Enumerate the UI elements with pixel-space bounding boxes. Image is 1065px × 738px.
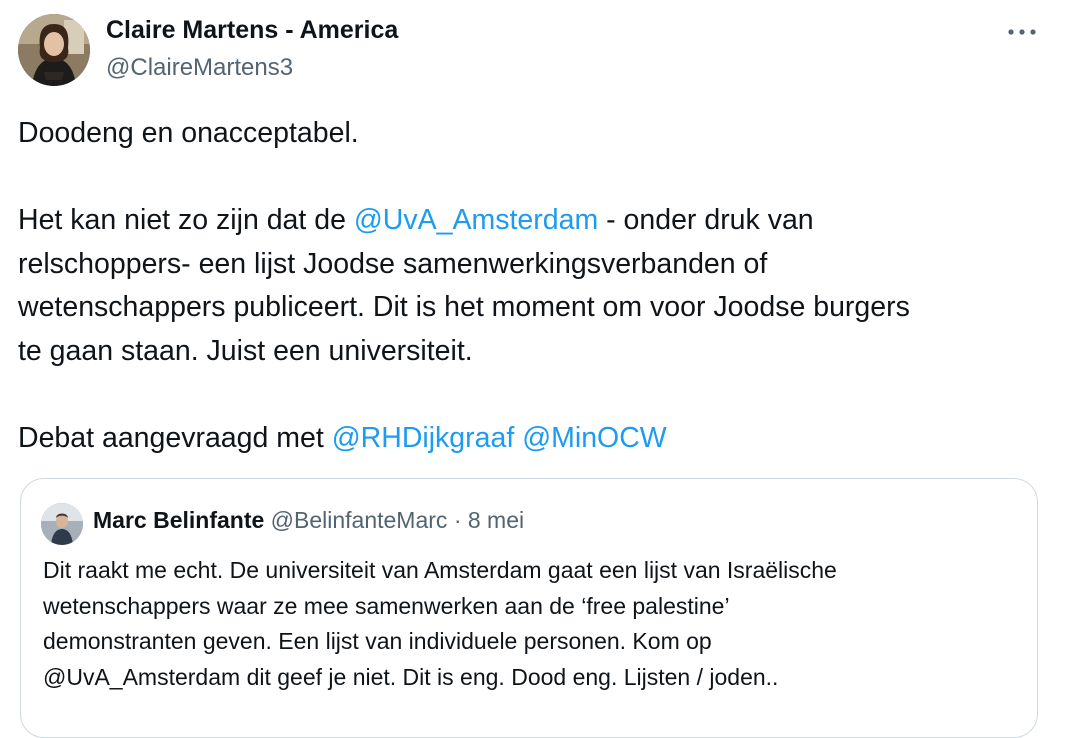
tweet-line: Doodeng en onacceptabel.: [18, 117, 359, 149]
mention-link-uva[interactable]: @UvA_Amsterdam: [354, 204, 598, 236]
tweet-line: relschoppers- een lijst Joodse samenwerk…: [18, 247, 768, 280]
quote-text: Dit raakt me echt. De universiteit van A…: [43, 553, 1033, 695]
quote-author-photo: [41, 503, 83, 545]
author-name[interactable]: Claire Martens - America: [106, 16, 398, 45]
tweet-line: Debat aangevraagd met @RHDijkgraaf @MinO…: [18, 417, 1028, 461]
quote-date: 8 mei: [467, 507, 525, 533]
quote-author-avatar: [41, 503, 83, 545]
tweet-text-span: Het kan niet zo zijn dat de: [18, 204, 354, 236]
quote-separator: ·: [453, 507, 462, 533]
quote-line: @UvA_Amsterdam dit geef je niet. Dit is …: [43, 663, 779, 690]
quote-author-handle: @BelinfanteMarc: [270, 507, 448, 533]
quote-author-name: Marc Belinfante: [93, 507, 265, 533]
tweet-text-span: Debat aangevraagd met: [18, 421, 332, 454]
more-horizontal-icon: [1008, 29, 1036, 35]
author-avatar[interactable]: [18, 14, 90, 86]
author-photo: [18, 14, 90, 86]
quote-line: Dit raakt me echt. De universiteit van A…: [43, 557, 837, 583]
quote-line: wetenschappers waar ze mee samenwerken a…: [43, 592, 730, 619]
more-options-button[interactable]: [1002, 16, 1042, 48]
quote-header: Marc Belinfante @BelinfanteMarc · 8 mei: [93, 507, 524, 534]
quoted-tweet[interactable]: Marc Belinfante @BelinfanteMarc · 8 mei …: [20, 478, 1038, 738]
tweet: Claire Martens - America @ClaireMartens3…: [0, 0, 1065, 738]
author-handle[interactable]: @ClaireMartens3: [106, 54, 293, 82]
tweet-line: te gaan staan. Juist een universiteit.: [18, 334, 473, 367]
tweet-line: wetenschappers publiceert. Dit is het mo…: [18, 291, 910, 323]
tweet-line: Het kan niet zo zijn dat de @UvA_Amsterd…: [18, 199, 1028, 243]
mention-link-minocw[interactable]: @MinOCW: [522, 422, 667, 454]
mention-link-rhdijkgraaf[interactable]: @RHDijkgraaf: [332, 422, 515, 454]
quote-line: demonstranten geven. Een lijst van indiv…: [43, 628, 712, 654]
tweet-text-span: - onder druk van: [598, 204, 814, 236]
tweet-text: Doodeng en onacceptabel. Het kan niet zo…: [18, 112, 1028, 460]
